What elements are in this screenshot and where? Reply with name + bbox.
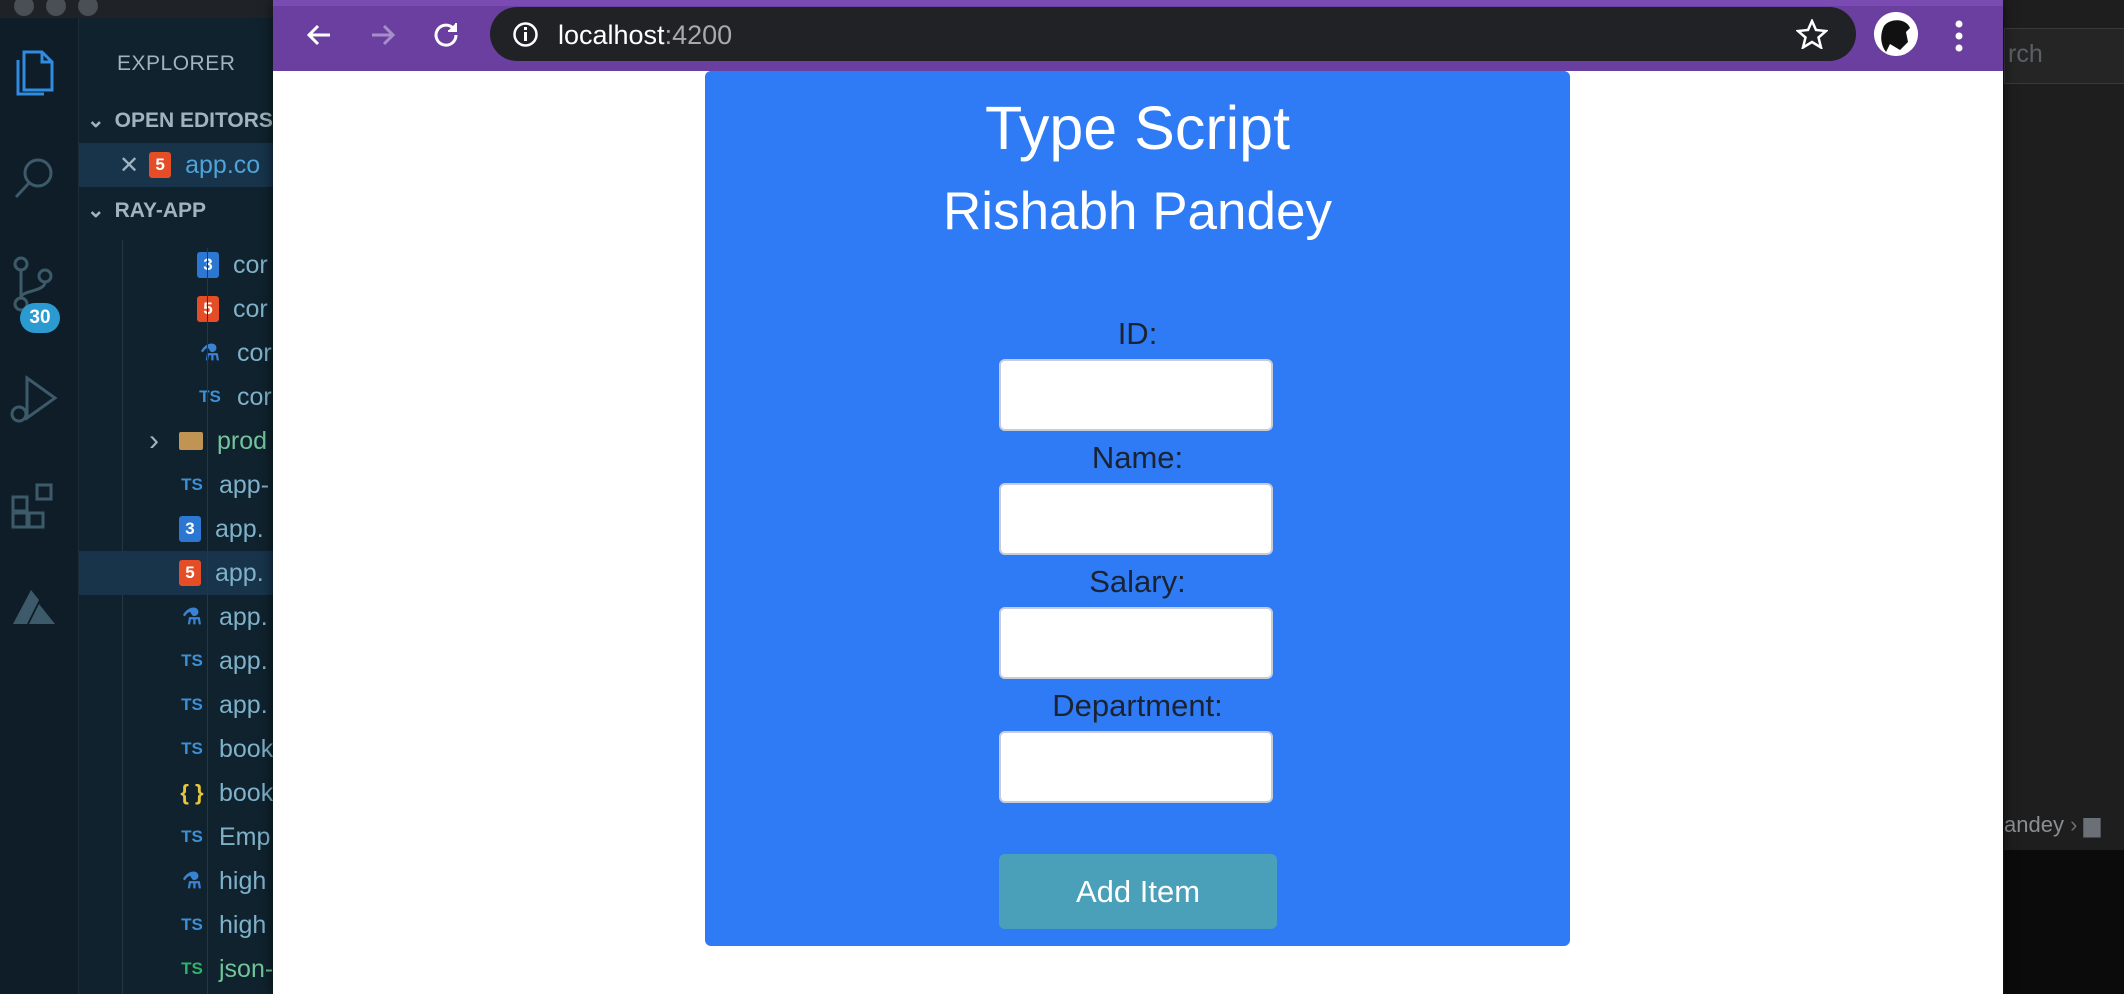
- file-name: high: [219, 866, 267, 895]
- id-label: ID:: [1117, 316, 1158, 351]
- profile-avatar[interactable]: [1874, 12, 1918, 56]
- azure-icon[interactable]: [4, 578, 64, 638]
- file-name: high: [219, 910, 267, 939]
- employee-form-card: Type Script Rishabh Pandey ID: Name: Sal…: [705, 71, 1570, 946]
- explorer-files-icon[interactable]: [4, 44, 64, 104]
- file-name: cor: [233, 250, 268, 279]
- reload-icon: [434, 23, 458, 47]
- add-item-button[interactable]: Add Item: [999, 854, 1277, 929]
- chevron-down-icon: ⌄: [87, 109, 105, 132]
- run-debug-icon[interactable]: [4, 370, 64, 430]
- name-input[interactable]: [999, 483, 1273, 555]
- search-hint: rch: [2008, 40, 2043, 68]
- css3-icon: 3: [197, 252, 219, 278]
- name-label: Name:: [1091, 440, 1184, 475]
- json-icon: { }: [180, 780, 204, 805]
- typescript-icon: TS: [181, 827, 203, 846]
- typescript-icon: TS: [181, 475, 203, 494]
- avatar-image: [1874, 12, 1918, 56]
- css3-icon: 3: [179, 516, 201, 542]
- project-label: RAY-APP: [114, 198, 207, 222]
- close-icon[interactable]: ✕: [119, 151, 139, 180]
- address-bar[interactable]: localhost:4200: [490, 7, 1856, 61]
- editor-area: [2004, 0, 2124, 994]
- file-name: book: [219, 778, 274, 807]
- html5-icon: 5: [197, 296, 219, 322]
- minimize-window-button[interactable]: [46, 0, 66, 16]
- breadcrumb: andey › ▆: [2004, 812, 2101, 837]
- typescript-icon: TS: [181, 651, 203, 670]
- reload-button[interactable]: [423, 14, 469, 56]
- file-name: prod: [217, 426, 268, 455]
- project-section[interactable]: ⌄ RAY-APP: [87, 198, 206, 223]
- more-menu-icon[interactable]: [1954, 18, 1964, 54]
- file-name: cor: [237, 382, 272, 411]
- activity-bar: 30: [0, 18, 79, 994]
- terminal-preview: [2004, 850, 2124, 994]
- html5-icon: 5: [149, 152, 172, 178]
- file-name: cor: [237, 338, 272, 367]
- html5-icon: 5: [179, 560, 201, 586]
- open-editors-section[interactable]: ⌄ OPEN EDITORS: [87, 108, 273, 133]
- file-name: app-: [219, 470, 270, 499]
- salary-input[interactable]: [999, 607, 1273, 679]
- page-title: Type Script: [984, 94, 1291, 162]
- test-spec-icon: ⚗: [182, 868, 202, 893]
- test-spec-icon: ⚗: [182, 604, 202, 629]
- info-icon[interactable]: [512, 21, 539, 48]
- back-arrow-icon: [306, 24, 330, 46]
- typescript-icon: TS: [181, 959, 203, 978]
- file-name: cor: [233, 294, 268, 323]
- browser-toolbar: localhost:4200: [273, 0, 2003, 71]
- chevron-right-icon: ›: [149, 424, 159, 457]
- id-input[interactable]: [999, 359, 1273, 431]
- department-input[interactable]: [999, 731, 1273, 803]
- file-name: app.: [219, 646, 268, 675]
- test-spec-icon: ⚗: [200, 340, 220, 365]
- salary-label: Salary:: [1089, 564, 1186, 599]
- typescript-icon: TS: [181, 915, 203, 934]
- open-editor-filename: app.co: [185, 150, 261, 179]
- url-text[interactable]: localhost:4200: [558, 20, 732, 51]
- indent-guide: [207, 248, 208, 994]
- chevron-down-icon: ⌄: [87, 199, 105, 222]
- browser-window: localhost:4200 Type Script Rishabh Pande…: [273, 0, 2003, 994]
- close-window-button[interactable]: [14, 0, 34, 16]
- file-name: app.: [219, 690, 268, 719]
- folder-icon: [179, 432, 203, 450]
- file-name: Emp: [219, 822, 271, 851]
- extensions-icon[interactable]: [4, 476, 64, 536]
- department-label: Department:: [1052, 688, 1223, 723]
- file-name: app.: [215, 514, 264, 543]
- toolbar-accent: [273, 0, 2003, 6]
- explorer-title: EXPLORER: [117, 52, 236, 75]
- bookmark-star-icon[interactable]: [1796, 19, 1828, 49]
- typescript-icon: TS: [181, 739, 203, 758]
- file-name: app.: [215, 558, 264, 587]
- source-control-badge: 30: [20, 303, 60, 333]
- forward-arrow-icon: [372, 24, 396, 46]
- typescript-icon: TS: [199, 387, 221, 406]
- page-subtitle: Rishabh Pandey: [943, 182, 1332, 241]
- search-icon[interactable]: [4, 148, 64, 208]
- zoom-window-button[interactable]: [78, 0, 98, 16]
- forward-button[interactable]: [360, 14, 406, 56]
- open-editors-label: OPEN EDITORS: [114, 108, 273, 132]
- file-name: json-: [219, 954, 274, 983]
- file-name: book: [219, 734, 274, 763]
- back-button[interactable]: [296, 14, 342, 56]
- typescript-icon: TS: [181, 695, 203, 714]
- file-name: app.: [219, 602, 268, 631]
